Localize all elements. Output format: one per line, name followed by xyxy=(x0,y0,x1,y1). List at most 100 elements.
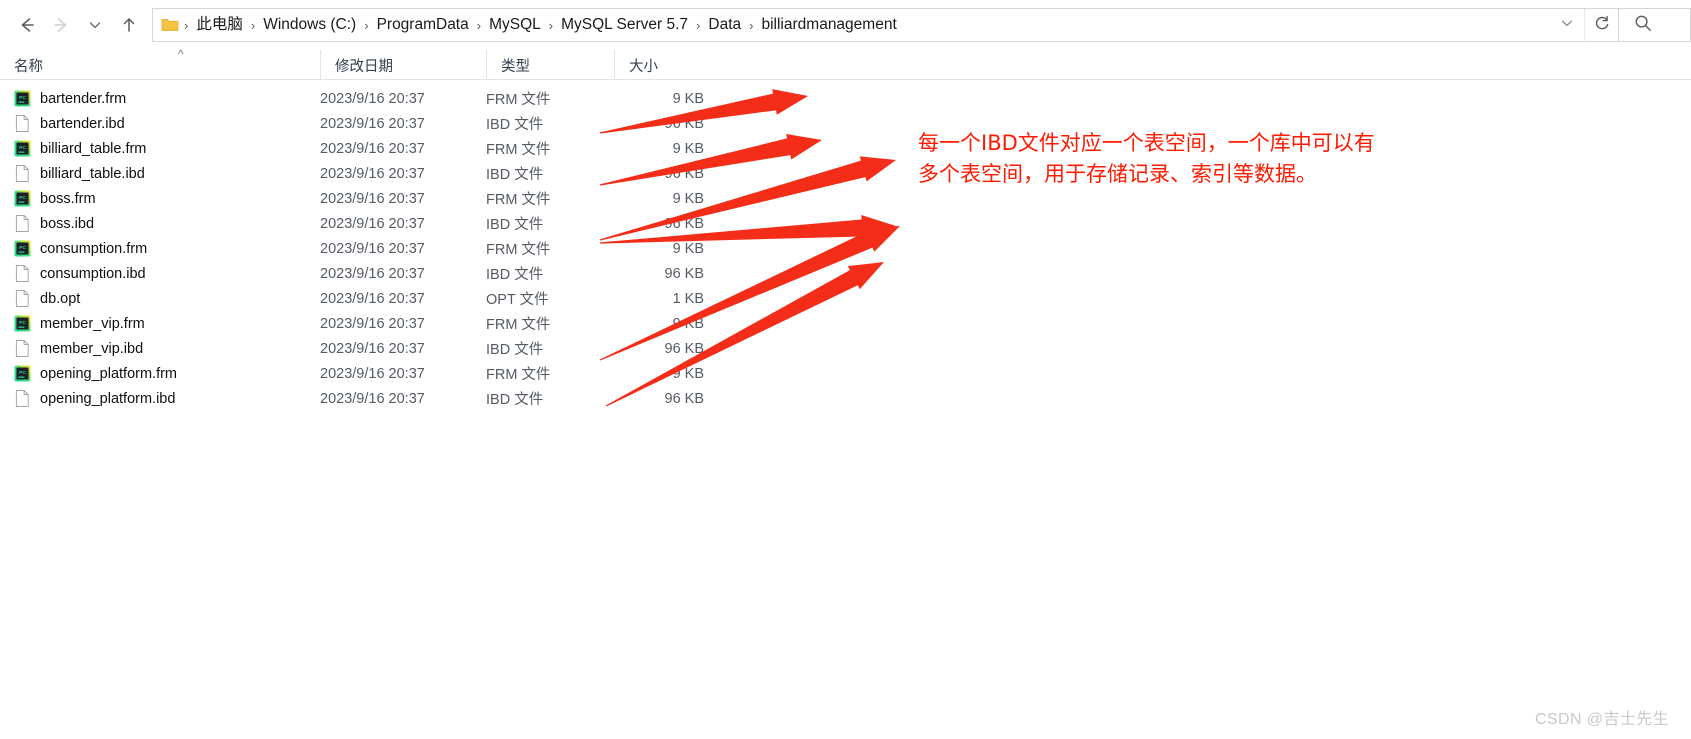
file-name-label: consumption.ibd xyxy=(40,265,146,282)
file-name-label: member_vip.ibd xyxy=(40,340,144,357)
breadcrumb-item-6[interactable]: billiardmanagement xyxy=(754,13,903,37)
column-header-1[interactable]: 修改日期 xyxy=(320,50,486,80)
navigation-bar: › 此电脑 › Windows (C:) › ProgramData › MySQL › MySQ… xyxy=(0,0,1691,50)
file-row[interactable]: boss.ibd 2023/9/16 20:37 IBD 文件 96 KB xyxy=(0,211,1691,236)
sort-ascending-caret-icon: ^ xyxy=(178,47,184,61)
svg-text:PC: PC xyxy=(19,320,26,326)
breadcrumb-item-0[interactable]: 此电脑 xyxy=(189,13,250,37)
file-type-cell: FRM 文件 xyxy=(486,192,551,208)
refresh-button[interactable] xyxy=(1584,9,1618,41)
file-type-cell: IBD 文件 xyxy=(486,117,544,133)
pycharm-file-icon: PC xyxy=(14,240,31,257)
generic-file-icon xyxy=(15,290,29,307)
file-name-cell: bartender.ibd xyxy=(14,114,125,133)
file-type-cell: OPT 文件 xyxy=(486,292,549,308)
file-name-label: boss.frm xyxy=(40,190,96,207)
file-size-cell: 9 KB xyxy=(672,315,704,332)
pycharm-file-icon: PC xyxy=(14,190,31,207)
file-size-cell: 9 KB xyxy=(672,365,704,382)
file-name-label: billiard_table.frm xyxy=(40,140,147,157)
file-row[interactable]: opening_platform.ibd 2023/9/16 20:37 IBD 文… xyxy=(0,386,1691,411)
file-type-cell: FRM 文件 xyxy=(486,242,551,258)
file-type-cell: FRM 文件 xyxy=(486,142,551,158)
file-row[interactable]: consumption.ibd 2023/9/16 20:37 IBD 文件 96 K… xyxy=(0,261,1691,286)
file-row[interactable]: PC member_vip.frm 2023/9/16 20:37 FRM 文件 9 K… xyxy=(0,311,1691,336)
file-name-label: opening_platform.ibd xyxy=(40,390,176,407)
generic-file-icon xyxy=(15,165,29,182)
search-input[interactable] xyxy=(1619,8,1691,42)
file-size-cell: 9 KB xyxy=(672,190,704,207)
file-date-cell: 2023/9/16 20:37 xyxy=(320,265,425,282)
chevron-down-icon xyxy=(87,17,103,33)
breadcrumb-item-2[interactable]: ProgramData xyxy=(370,13,476,37)
file-type-cell: IBD 文件 xyxy=(486,167,544,183)
pycharm-file-icon: PC xyxy=(14,365,31,382)
file-row[interactable]: PC opening_platform.frm 2023/9/16 20:37 FRM… xyxy=(0,361,1691,386)
chevron-down-icon xyxy=(1559,15,1575,36)
file-name-label: opening_platform.frm xyxy=(40,365,178,382)
address-bar[interactable]: › 此电脑 › Windows (C:) › ProgramData › MySQL › MySQ… xyxy=(152,8,1619,42)
folder-icon xyxy=(159,14,181,36)
file-size-cell: 96 KB xyxy=(664,265,705,282)
svg-text:PC: PC xyxy=(19,195,26,201)
breadcrumb-item-1[interactable]: Windows (C:) xyxy=(256,13,363,37)
file-date-cell: 2023/9/16 20:37 xyxy=(320,115,425,132)
column-header-row: 名称 修改日期 类型 大小 xyxy=(0,50,1691,80)
watermark: CSDN @吉士先生 xyxy=(1534,711,1669,728)
file-name-cell: billiard_table.ibd xyxy=(14,164,145,183)
file-name-cell: PC billiard_table.frm xyxy=(14,139,146,158)
file-type-cell: IBD 文件 xyxy=(486,392,544,408)
file-date-cell: 2023/9/16 20:37 xyxy=(320,190,425,207)
file-name-label: boss.ibd xyxy=(40,215,95,232)
file-name-cell: PC opening_platform.frm xyxy=(14,364,177,383)
column-header-2[interactable]: 类型 xyxy=(486,50,614,80)
breadcrumb-item-5[interactable]: Data xyxy=(701,13,748,37)
generic-file-icon xyxy=(15,340,29,357)
column-header-0[interactable]: 名称 xyxy=(0,50,320,80)
file-name-cell: PC member_vip.frm xyxy=(14,314,145,333)
file-name-label: billiard_table.ibd xyxy=(40,165,145,182)
svg-text:PC: PC xyxy=(19,370,26,376)
file-row[interactable]: db.opt 2023/9/16 20:37 OPT 文件 1 KB xyxy=(0,286,1691,311)
breadcrumb-item-4[interactable]: MySQL Server 5.7 xyxy=(554,13,695,37)
file-type-cell: IBD 文件 xyxy=(486,342,544,358)
file-row[interactable]: member_vip.ibd 2023/9/16 20:37 IBD 文件 96 KB xyxy=(0,336,1691,361)
file-name-label: consumption.frm xyxy=(40,240,148,257)
arrow-up-icon xyxy=(119,15,139,35)
refresh-icon xyxy=(1593,14,1611,37)
file-row[interactable]: PC consumption.frm 2023/9/16 20:37 FRM 文件 9 … xyxy=(0,236,1691,261)
column-header-label: 大小 xyxy=(629,58,658,75)
svg-text:PC: PC xyxy=(19,245,26,251)
file-name-cell: db.opt xyxy=(14,289,80,308)
generic-file-icon xyxy=(15,215,29,232)
forward-button[interactable] xyxy=(44,8,78,42)
file-size-cell: 96 KB xyxy=(664,115,705,132)
file-date-cell: 2023/9/16 20:37 xyxy=(320,365,425,382)
file-date-cell: 2023/9/16 20:37 xyxy=(320,165,425,182)
address-history-dropdown-button[interactable] xyxy=(1550,9,1584,41)
file-name-label: db.opt xyxy=(40,290,81,307)
breadcrumb: › 此电脑 › Windows (C:) › ProgramData › MySQL › MySQ… xyxy=(181,9,1550,41)
file-type-cell: IBD 文件 xyxy=(486,267,544,283)
up-one-level-button[interactable] xyxy=(112,8,146,42)
pycharm-file-icon: PC xyxy=(14,90,31,107)
generic-file-icon xyxy=(15,115,29,132)
file-size-cell: 9 KB xyxy=(672,90,704,107)
file-name-label: member_vip.frm xyxy=(40,315,145,332)
file-name-cell: opening_platform.ibd xyxy=(14,389,175,408)
svg-text:PC: PC xyxy=(19,95,26,101)
column-header-label: 名称 xyxy=(14,58,43,75)
forward-arrow-icon xyxy=(51,15,71,35)
back-arrow-icon xyxy=(17,15,37,35)
file-row[interactable]: PC bartender.frm 2023/9/16 20:37 FRM 文件 9 KB xyxy=(0,86,1691,111)
pycharm-file-icon: PC xyxy=(14,140,31,157)
file-name-cell: PC consumption.frm xyxy=(14,239,147,258)
back-button[interactable] xyxy=(10,8,44,42)
file-name-cell: PC bartender.frm xyxy=(14,89,126,108)
column-header-3[interactable]: 大小 xyxy=(614,50,714,80)
file-explorer-window: › 此电脑 › Windows (C:) › ProgramData › MySQL › MySQ… xyxy=(0,0,1691,739)
file-name-cell: PC boss.frm xyxy=(14,189,96,208)
breadcrumb-item-3[interactable]: MySQL xyxy=(482,13,548,37)
recent-locations-button[interactable] xyxy=(78,8,112,42)
file-date-cell: 2023/9/16 20:37 xyxy=(320,215,425,232)
